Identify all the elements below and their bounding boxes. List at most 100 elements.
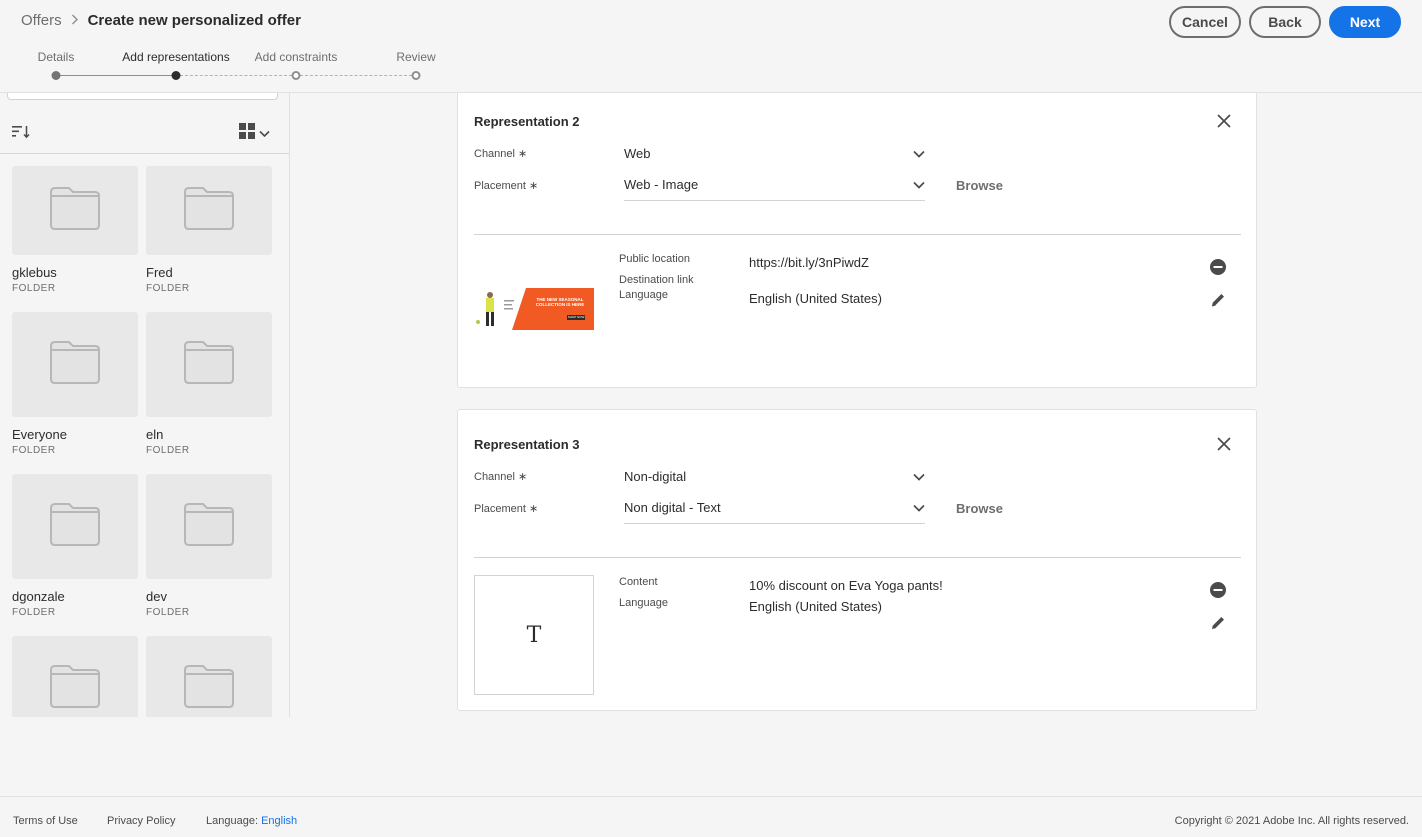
folder-icon bbox=[49, 663, 101, 714]
placement-value: Non digital - Text bbox=[624, 500, 721, 515]
representation-divider bbox=[474, 557, 1241, 558]
browse-button[interactable]: Browse bbox=[956, 178, 1003, 193]
folder-name: Everyone bbox=[12, 427, 67, 442]
folder-card[interactable]: eln FOLDER bbox=[146, 312, 272, 456]
stepper-line-pending bbox=[180, 75, 292, 76]
cancel-button[interactable]: Cancel bbox=[1169, 6, 1241, 38]
folder-type: FOLDER bbox=[12, 283, 56, 294]
folder-thumbnail bbox=[146, 474, 272, 579]
folder-card[interactable]: Fred FOLDER bbox=[146, 166, 272, 294]
required-asterisk: ∗ bbox=[529, 180, 539, 192]
remove-icon[interactable] bbox=[1209, 258, 1227, 276]
page-header: Offers Create new personalized offer Can… bbox=[0, 0, 1422, 93]
folder-thumbnail bbox=[12, 636, 138, 717]
chevron-down-icon bbox=[259, 125, 270, 143]
channel-picker[interactable]: Web bbox=[624, 137, 925, 169]
text-type-icon: T bbox=[526, 622, 542, 648]
page-title: Create new personalized offer bbox=[87, 12, 301, 29]
edit-pencil-icon[interactable] bbox=[1209, 614, 1227, 632]
folder-card[interactable]: Everyone FOLDER bbox=[12, 312, 138, 456]
channel-picker[interactable]: Non-digital bbox=[624, 460, 925, 492]
folder-icon bbox=[49, 501, 101, 552]
folder-icon bbox=[183, 501, 235, 552]
channel-value: Non-digital bbox=[624, 468, 687, 484]
chevron-down-icon bbox=[913, 500, 925, 515]
breadcrumb: Offers Create new personalized offer bbox=[21, 12, 301, 29]
folder-card[interactable] bbox=[12, 636, 138, 717]
wizard-stepper: Details Add representations Add constrai… bbox=[0, 50, 460, 84]
required-asterisk: ∗ bbox=[529, 503, 539, 515]
folder-name: dev bbox=[146, 589, 167, 604]
channel-label-text: Channel bbox=[474, 148, 515, 160]
content-label: Content bbox=[619, 576, 658, 588]
channel-label-text: Channel bbox=[474, 471, 515, 483]
public-location-value: https://bit.ly/3nPiwdZ bbox=[749, 255, 869, 270]
placement-picker[interactable]: Non digital - Text bbox=[624, 492, 925, 524]
step-add-constraints-label: Add constraints bbox=[254, 50, 338, 64]
step-add-representations-label: Add representations bbox=[122, 50, 230, 64]
breadcrumb-offers-link[interactable]: Offers bbox=[21, 12, 62, 29]
text-content-thumbnail: T bbox=[474, 575, 594, 695]
search-input[interactable] bbox=[7, 93, 278, 100]
close-icon[interactable] bbox=[1216, 436, 1232, 452]
terms-of-use-link[interactable]: Terms of Use bbox=[13, 815, 78, 827]
chevron-down-icon bbox=[913, 146, 925, 161]
required-asterisk: ∗ bbox=[518, 148, 528, 160]
folder-icon bbox=[49, 339, 101, 390]
representation-divider bbox=[474, 234, 1241, 235]
folder-type: FOLDER bbox=[12, 607, 56, 618]
offer-banner-image: THE NEW SEASONAL COLLECTION IS HERE SHOP… bbox=[474, 288, 594, 330]
sort-icon[interactable] bbox=[12, 124, 32, 140]
next-button[interactable]: Next bbox=[1329, 6, 1401, 38]
placement-label: Placement ∗ bbox=[474, 502, 538, 515]
folder-name: gklebus bbox=[12, 265, 57, 280]
folder-thumbnail bbox=[12, 312, 138, 417]
folder-name: Fred bbox=[146, 265, 173, 280]
panel-divider bbox=[0, 153, 289, 154]
representation-card: Representation 3 Channel ∗ Non-digital P… bbox=[457, 409, 1257, 711]
stepper-line-pending bbox=[300, 75, 412, 76]
folder-card[interactable]: dev FOLDER bbox=[146, 474, 272, 618]
privacy-policy-link[interactable]: Privacy Policy bbox=[107, 815, 175, 827]
banner-headline: THE NEW SEASONAL COLLECTION IS HERE bbox=[535, 297, 585, 307]
language-selector: Language: English bbox=[206, 815, 297, 827]
language-label: Language bbox=[619, 289, 668, 301]
language-link[interactable]: English bbox=[261, 815, 297, 827]
representation-title: Representation 2 bbox=[474, 114, 580, 129]
language-value: English (United States) bbox=[749, 291, 882, 306]
step-add-constraints-dot bbox=[291, 71, 301, 80]
folder-card[interactable]: dgonzale FOLDER bbox=[12, 474, 138, 618]
representation-title: Representation 3 bbox=[474, 437, 580, 452]
banner-shop-button: SHOP NOW bbox=[567, 315, 585, 319]
channel-label: Channel ∗ bbox=[474, 470, 527, 483]
folder-card[interactable] bbox=[146, 636, 272, 717]
placement-label-text: Placement bbox=[474, 503, 526, 515]
grid-view-toggle[interactable] bbox=[238, 123, 270, 144]
folder-card[interactable]: gklebus FOLDER bbox=[12, 166, 138, 294]
folder-icon bbox=[183, 185, 235, 236]
back-button[interactable]: Back bbox=[1249, 6, 1321, 38]
stepper-line-complete bbox=[60, 75, 172, 76]
edit-pencil-icon[interactable] bbox=[1209, 291, 1227, 309]
folder-icon bbox=[49, 185, 101, 236]
placement-picker[interactable]: Web - Image bbox=[624, 169, 925, 201]
step-review-dot bbox=[411, 71, 421, 80]
placement-value: Web - Image bbox=[624, 177, 699, 192]
channel-label: Channel ∗ bbox=[474, 147, 527, 160]
folder-icon bbox=[183, 663, 235, 714]
close-icon[interactable] bbox=[1216, 113, 1232, 129]
folder-thumbnail bbox=[146, 636, 272, 717]
language-value: English (United States) bbox=[749, 599, 882, 614]
chevron-right-icon bbox=[71, 13, 79, 28]
folder-type: FOLDER bbox=[146, 283, 190, 294]
step-details-dot bbox=[51, 71, 61, 80]
browse-button[interactable]: Browse bbox=[956, 501, 1003, 516]
language-label: Language: bbox=[206, 815, 258, 827]
remove-icon[interactable] bbox=[1209, 581, 1227, 599]
step-add-representations-dot bbox=[171, 71, 181, 80]
folder-type: FOLDER bbox=[146, 445, 190, 456]
page-footer: Terms of Use Privacy Policy Language: En… bbox=[0, 796, 1422, 837]
step-details-label: Details bbox=[37, 50, 75, 64]
folder-thumbnail bbox=[146, 166, 272, 255]
folder-thumbnail bbox=[12, 166, 138, 255]
